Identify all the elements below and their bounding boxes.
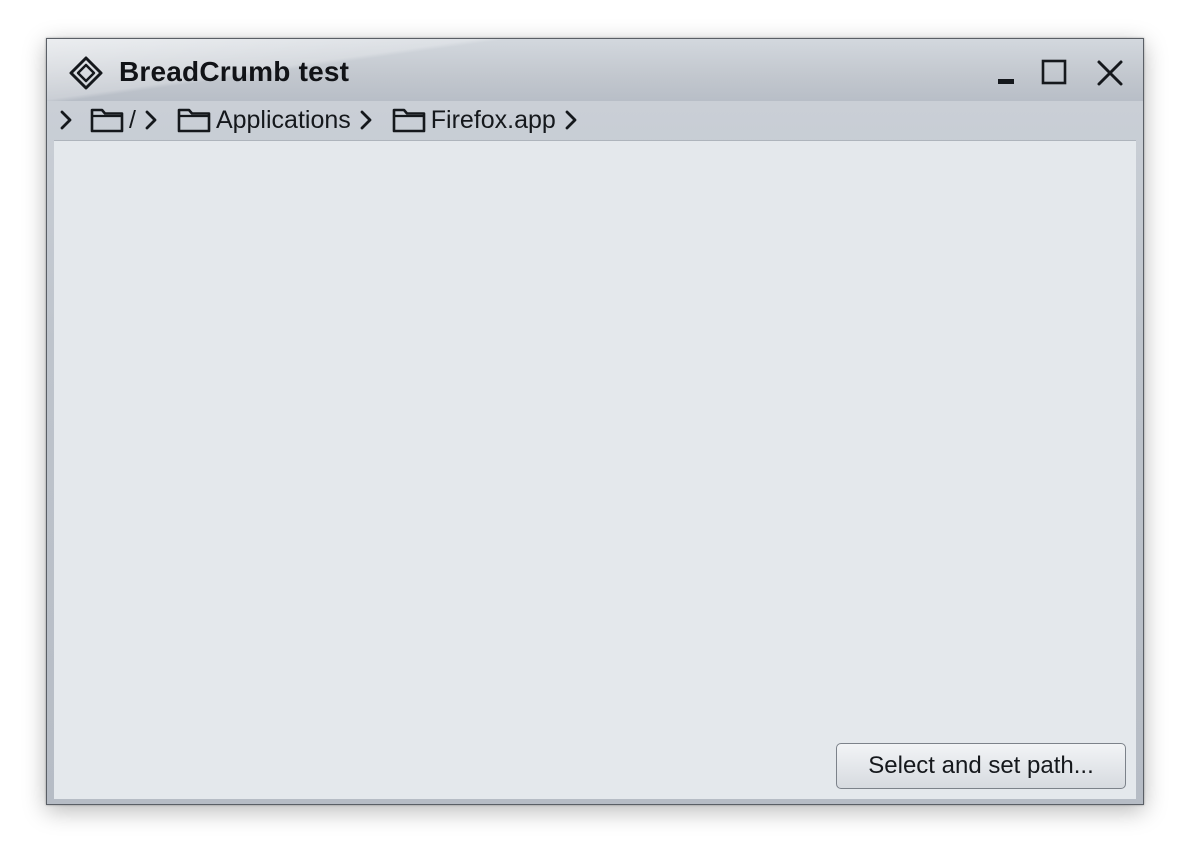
breadcrumb-separator[interactable] (560, 105, 582, 135)
breadcrumb-test-window: BreadCrumb test / Applications Firefox.a… (46, 38, 1144, 805)
breadcrumb-item-applications[interactable]: Applications (172, 103, 355, 137)
minimize-icon (998, 79, 1014, 84)
title-bar[interactable]: BreadCrumb test (47, 39, 1143, 101)
diamond-app-icon (68, 55, 104, 91)
breadcrumb-label: Firefox.app (430, 106, 556, 134)
window-title: BreadCrumb test (119, 56, 350, 87)
close-button[interactable] (1093, 57, 1127, 91)
maximize-icon (1041, 59, 1067, 85)
breadcrumb: / Applications Firefox.app (55, 101, 1135, 139)
content-area: Select and set path... (54, 140, 1136, 799)
breadcrumb-separator[interactable] (140, 105, 162, 135)
folder-icon (391, 105, 427, 135)
chevron-right-icon (565, 110, 577, 130)
folder-icon (89, 105, 125, 135)
select-and-set-path-button[interactable]: Select and set path... (836, 743, 1126, 789)
breadcrumb-item-firefox-app[interactable]: Firefox.app (387, 103, 560, 137)
breadcrumb-item-root[interactable]: / (85, 103, 140, 137)
breadcrumb-label: Applications (215, 106, 351, 134)
breadcrumb-separator[interactable] (355, 105, 377, 135)
chevron-right-icon (145, 110, 157, 130)
chevron-right-icon (360, 110, 372, 130)
close-icon (1097, 60, 1123, 86)
chevron-right-icon (60, 110, 72, 130)
minimize-button[interactable] (989, 57, 1023, 91)
folder-icon (176, 105, 212, 135)
breadcrumb-label: / (129, 106, 136, 134)
maximize-button[interactable] (1037, 57, 1071, 91)
breadcrumb-root-chevron[interactable] (55, 105, 77, 135)
